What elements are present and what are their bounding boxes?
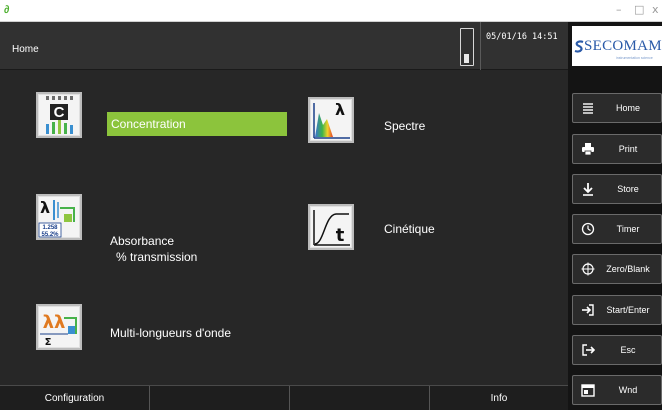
main-area: Home 05/01/16 14:51 C Concentration λ Sp…	[0, 22, 568, 410]
spectrum-icon[interactable]: λ	[308, 97, 354, 143]
tile-absorbance-line1: Absorbance	[110, 234, 175, 248]
tile-spectrum[interactable]: Spectre	[384, 119, 425, 134]
tile-multi-wavelength[interactable]: Multi-longueurs d'onde	[110, 326, 231, 341]
app-icon: ∂	[4, 4, 10, 16]
tab-empty-2[interactable]	[290, 386, 430, 410]
brand-tagline: instrumentation science	[616, 56, 653, 60]
wnd-button-label: Wnd	[618, 385, 638, 395]
store-button[interactable]: Store	[572, 174, 662, 204]
timer-button[interactable]: Timer	[572, 214, 662, 244]
timer-icon	[581, 222, 595, 236]
timer-button-label: Timer	[616, 224, 640, 234]
crosshair-icon	[581, 262, 595, 276]
absorbance-icon-letter: λ	[40, 198, 50, 217]
wnd-button[interactable]: Wnd	[572, 375, 662, 405]
tab-empty-1[interactable]	[150, 386, 290, 410]
enter-icon	[582, 304, 594, 316]
print-button-label: Print	[618, 144, 638, 154]
home-button[interactable]: Home	[572, 93, 662, 123]
close-button[interactable]: x	[652, 3, 659, 16]
esc-button-label: Esc	[620, 345, 636, 355]
start-enter-button-label: Start/Enter	[606, 305, 650, 315]
window-icon	[581, 384, 595, 397]
brand-logo: SECOMAM instrumentation science	[572, 26, 662, 66]
printer-icon	[582, 143, 594, 156]
absorbance-value: 1.258	[42, 225, 58, 231]
tile-absorbance-line2: % transmission	[116, 250, 198, 264]
esc-button[interactable]: Esc	[572, 335, 662, 365]
multi-wavelength-icon-letters: λλ	[43, 312, 66, 333]
maximize-button[interactable]: □	[634, 3, 644, 16]
minimize-button[interactable]: –	[616, 3, 622, 16]
menu-icon	[583, 103, 593, 114]
absorbance-icon[interactable]: λ 1.258 55.2%	[36, 194, 82, 240]
home-button-label: Home	[615, 103, 640, 113]
concentration-icon-letter: C	[54, 104, 65, 121]
right-panel: SECOMAM instrumentation science Home Pri…	[568, 22, 662, 410]
battery-icon	[460, 28, 474, 66]
exit-icon	[582, 344, 595, 356]
concentration-icon[interactable]: C	[36, 92, 82, 138]
tab-configuration[interactable]: Configuration	[0, 386, 150, 410]
zero-blank-button[interactable]: Zero/Blank	[572, 254, 662, 284]
kinetics-icon[interactable]: t	[308, 204, 354, 250]
brand-name: SECOMAM	[584, 38, 662, 54]
download-icon	[583, 183, 593, 196]
bottom-tab-bar: Configuration Info	[0, 385, 568, 410]
header-bar: Home 05/01/16 14:51	[0, 22, 568, 70]
tile-kinetics[interactable]: Cinétique	[384, 222, 435, 237]
page-title: Home	[12, 44, 39, 55]
print-button[interactable]: Print	[572, 134, 662, 164]
window-titlebar: ∂ – □ x	[0, 0, 662, 22]
store-button-label: Store	[617, 184, 639, 194]
transmission-value: 55.2%	[41, 232, 59, 238]
datetime-display: 05/01/16 14:51	[486, 32, 558, 42]
multi-wavelength-icon[interactable]: λλ Σ	[36, 304, 82, 350]
tile-concentration[interactable]: Concentration	[107, 112, 287, 136]
zero-blank-button-label: Zero/Blank	[606, 264, 650, 274]
spectrum-icon-letter: λ	[335, 100, 345, 119]
header-divider	[480, 22, 481, 70]
kinetics-icon-letter: t	[336, 225, 345, 246]
sum-symbol: Σ	[45, 337, 52, 348]
tab-info[interactable]: Info	[430, 386, 568, 410]
start-enter-button[interactable]: Start/Enter	[572, 295, 662, 325]
